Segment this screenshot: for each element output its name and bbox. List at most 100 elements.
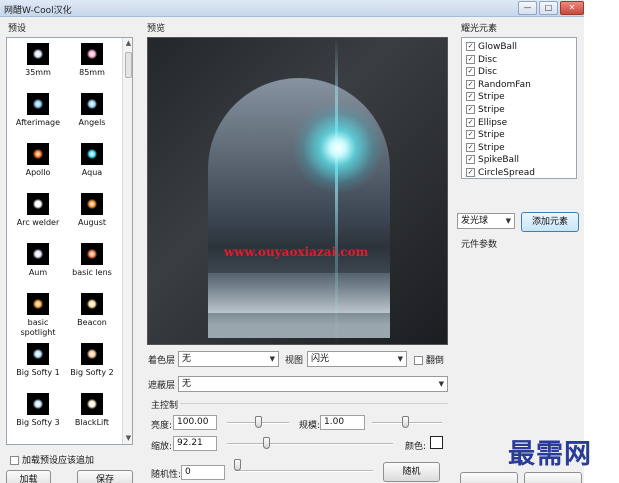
preset-item[interactable]: August: [65, 191, 119, 241]
flip-checkbox[interactable]: 翻倒: [414, 353, 444, 366]
preset-item[interactable]: BlackLift: [65, 391, 119, 441]
flare-icon: [87, 299, 97, 309]
element-name: Stripe: [478, 92, 505, 103]
checkbox-box[interactable]: [414, 356, 423, 365]
load-button[interactable]: 加载: [6, 470, 51, 483]
save-button[interactable]: 保存: [77, 470, 133, 483]
sea-waves: [208, 273, 390, 313]
element-list-item[interactable]: ✓ RandomFan: [466, 79, 531, 91]
checkbox-checked-icon[interactable]: ✓: [466, 105, 475, 114]
preset-item[interactable]: Big Softy 2: [65, 341, 119, 391]
color-layer-dropdown[interactable]: 无 ▼: [178, 351, 279, 367]
preset-item[interactable]: 35mm: [11, 41, 65, 91]
brightness-input[interactable]: 100.00: [173, 415, 217, 430]
preset-thumbnail: [81, 343, 103, 365]
preset-item[interactable]: basic lens: [65, 241, 119, 291]
checkbox-checked-icon[interactable]: ✓: [466, 54, 475, 64]
element-list-item[interactable]: ✓ Stripe: [466, 129, 505, 141]
flare-icon: [87, 99, 97, 109]
element-list-item[interactable]: ✓ Stripe: [466, 142, 505, 154]
checkbox-checked-icon[interactable]: ✓: [466, 79, 475, 89]
checkbox-checked-icon[interactable]: ✓: [466, 130, 475, 140]
preset-item[interactable]: 85mm: [65, 41, 119, 91]
flare-icon: [33, 299, 43, 309]
view-dropdown[interactable]: 闪光 ▼: [307, 351, 407, 367]
zoom-slider-track[interactable]: [227, 443, 393, 445]
ok-button[interactable]: [460, 472, 518, 483]
element-list-item[interactable]: ✓ Disc: [466, 66, 497, 78]
preset-item[interactable]: Apollo: [11, 141, 65, 191]
scale-label: 规模:: [299, 421, 321, 431]
preset-label: 35mm: [25, 68, 51, 77]
preset-item[interactable]: basic spotlight: [11, 291, 65, 341]
view-label: 视图: [285, 356, 304, 366]
checkbox-checked-icon[interactable]: ✓: [466, 92, 475, 102]
color-swatch[interactable]: [430, 436, 443, 449]
preset-label: Angels: [78, 118, 106, 127]
element-list-item[interactable]: ✓ Ellipse: [466, 117, 507, 129]
preset-thumbnail: [81, 143, 103, 165]
checkbox-checked-icon[interactable]: ✓: [466, 142, 475, 152]
element-list-item[interactable]: ✓ GlowBall: [466, 41, 517, 53]
preset-item[interactable]: Afterimage: [11, 91, 65, 141]
element-name: Disc: [478, 54, 498, 65]
view-value: 闪光: [311, 354, 330, 364]
preset-item[interactable]: Big Softy 1: [11, 341, 65, 391]
flare-icon: [87, 399, 97, 409]
preset-grid: 35mm 85mm Afterimage Angels Apollo Aqua Arc we…: [11, 41, 119, 441]
zoom-input[interactable]: 92.21: [173, 436, 217, 451]
checkbox-checked-icon[interactable]: ✓: [466, 117, 475, 127]
scale-slider-handle[interactable]: [402, 416, 409, 428]
close-button[interactable]: ✕: [560, 1, 584, 15]
preset-label: Big Softy 2: [70, 368, 114, 377]
append-presets-checkbox[interactable]: 加载预设应该追加: [10, 453, 94, 466]
preset-item[interactable]: Big Softy 3: [11, 391, 65, 441]
element-type-value: 发光球: [461, 216, 489, 226]
random-slider-handle[interactable]: [234, 459, 241, 471]
element-list-item[interactable]: ✓ Stripe: [466, 91, 505, 103]
random-slider-track[interactable]: [235, 470, 373, 472]
preset-item[interactable]: Aum: [11, 241, 65, 291]
element-list-item[interactable]: ✓ CircleSpread: [466, 167, 535, 179]
maximize-button[interactable]: □: [539, 1, 558, 15]
element-name: GlowBall: [478, 42, 518, 52]
preset-thumbnail: [81, 193, 103, 215]
add-element-button[interactable]: 添加元素: [521, 212, 579, 232]
preset-item[interactable]: Angels: [65, 91, 119, 141]
scale-input[interactable]: 1.00: [320, 415, 365, 430]
preset-label: Big Softy 3: [16, 418, 60, 427]
checkbox-checked-icon[interactable]: ✓: [466, 155, 475, 165]
checkbox-checked-icon[interactable]: ✓: [466, 67, 475, 77]
random-button[interactable]: 随机: [383, 462, 440, 482]
preset-item[interactable]: Aqua: [65, 141, 119, 191]
checkbox-checked-icon[interactable]: ✓: [466, 168, 475, 177]
flare-icon: [33, 149, 43, 159]
element-list-item[interactable]: ✓ Stripe: [466, 104, 505, 116]
scroll-up-icon[interactable]: ▲: [123, 38, 132, 49]
presets-scrollbar[interactable]: ▲ ▼: [122, 38, 132, 444]
preset-label: Apollo: [25, 168, 51, 177]
mask-label: 遮蔽层: [148, 381, 176, 391]
preset-thumbnail: [81, 243, 103, 265]
element-list-item[interactable]: ✓ Disc: [466, 54, 497, 66]
flare-icon: [87, 49, 97, 59]
preset-item[interactable]: Beacon: [65, 291, 119, 341]
scroll-down-icon[interactable]: ▼: [123, 433, 132, 444]
mask-dropdown[interactable]: 无 ▼: [178, 376, 448, 392]
element-list-item[interactable]: ✓ SpikeBall: [466, 154, 519, 166]
cancel-button[interactable]: [524, 472, 582, 483]
element-name: Disc: [478, 67, 498, 78]
preset-item[interactable]: Arc welder: [11, 191, 65, 241]
checkbox-box[interactable]: [10, 456, 19, 465]
random-input[interactable]: 0: [181, 465, 225, 480]
watermark-text: www.ouyaoxiazai.com: [224, 245, 369, 259]
checkbox-checked-icon[interactable]: ✓: [466, 42, 475, 51]
preset-label: basic lens: [72, 268, 112, 277]
preset-thumbnail: [27, 393, 49, 415]
scroll-thumb[interactable]: [125, 52, 132, 78]
element-name: Stripe: [478, 130, 505, 141]
brightness-slider-handle[interactable]: [255, 416, 262, 428]
element-type-dropdown[interactable]: 发光球 ▼: [457, 213, 515, 229]
minimize-button[interactable]: —: [518, 1, 537, 15]
zoom-slider-handle[interactable]: [263, 437, 270, 449]
